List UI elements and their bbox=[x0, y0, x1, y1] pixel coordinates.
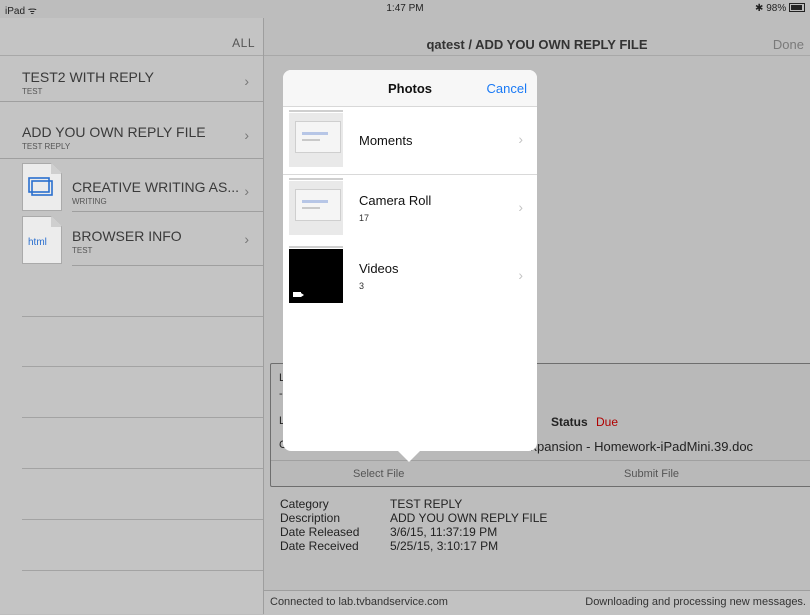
sidebar-item-row: CREATIVE WRITING AS... WRITING › bbox=[72, 158, 263, 212]
assignment-details: Category TEST REPLY Description ADD YOU OW… bbox=[280, 497, 547, 553]
sidebar-item-row: BROWSER INFO TEST › bbox=[72, 212, 263, 266]
chevron-right-icon: › bbox=[518, 131, 523, 147]
sidebar-item-title: BROWSER INFO bbox=[72, 228, 182, 244]
detail-key: Date Received bbox=[280, 539, 359, 553]
sidebar-item-title: TEST2 WITH REPLY bbox=[22, 69, 154, 85]
album-count: 3 bbox=[359, 281, 365, 291]
empty-row-divider bbox=[22, 366, 263, 367]
sidebar: ALL TEST2 WITH REPLY TEST › ADD YOU OWN … bbox=[0, 18, 264, 614]
card-button-row: Select File Submit File bbox=[271, 460, 810, 487]
connection-footer: Connected to lab.tvbandservice.com Downl… bbox=[264, 590, 810, 615]
sidebar-item-subtitle: WRITING bbox=[72, 197, 107, 206]
bluetooth-icon: ✱ bbox=[755, 3, 764, 14]
connection-status: Connected to lab.tvbandservice.com bbox=[270, 596, 448, 608]
activity-status: Downloading and processing new messages. bbox=[585, 596, 806, 608]
status-bar: iPad ᯤ 1:47 PM ✱ 98% bbox=[0, 0, 810, 18]
clock: 1:47 PM bbox=[386, 3, 424, 14]
page-title: qatest / ADD YOU OWN REPLY FILE bbox=[426, 37, 648, 52]
detail-key: Category bbox=[280, 497, 329, 511]
album-name: Videos bbox=[359, 261, 399, 276]
album-name: Camera Roll bbox=[359, 193, 432, 208]
filter-all-button[interactable]: ALL bbox=[232, 36, 255, 50]
album-thumbnail bbox=[289, 110, 343, 167]
detail-row: Description ADD YOU OWN REPLY FILE bbox=[280, 511, 547, 525]
submit-file-button[interactable]: Submit File bbox=[624, 468, 679, 480]
photos-popover: Photos Cancel Moments › Camera Roll 17 ›… bbox=[283, 70, 537, 462]
chevron-right-icon: › bbox=[244, 231, 249, 247]
sidebar-item-title: ADD YOU OWN REPLY FILE bbox=[22, 124, 206, 140]
status-label: Status bbox=[551, 415, 588, 429]
detail-value: 5/25/15, 3:10:17 PM bbox=[390, 539, 499, 553]
battery-indicator: ✱ 98% bbox=[755, 3, 805, 14]
sidebar-header: ALL bbox=[0, 18, 263, 56]
attached-filename: d Expansion - Homework-iPadMini.39.doc bbox=[511, 439, 754, 454]
empty-row-divider bbox=[22, 316, 263, 317]
album-videos[interactable]: Videos 3 › bbox=[283, 243, 537, 311]
chevron-right-icon: › bbox=[244, 127, 249, 143]
sidebar-item-test2[interactable]: TEST2 WITH REPLY TEST › bbox=[0, 56, 263, 102]
sidebar-item-subtitle: TEST bbox=[72, 246, 93, 255]
video-camera-icon bbox=[293, 292, 304, 297]
chevron-right-icon: › bbox=[244, 183, 249, 199]
navigation-bar: qatest / ADD YOU OWN REPLY FILE Done bbox=[264, 18, 810, 56]
detail-key: Date Released bbox=[280, 525, 360, 539]
empty-row-divider bbox=[22, 417, 263, 418]
detail-value: ADD YOU OWN REPLY FILE bbox=[390, 511, 548, 525]
status-badge: Due bbox=[596, 415, 619, 429]
empty-row-divider bbox=[22, 570, 263, 571]
album-camera-roll[interactable]: Camera Roll 17 › bbox=[283, 175, 537, 243]
sidebar-item-title: CREATIVE WRITING AS... bbox=[72, 179, 239, 195]
file-icon-label: html bbox=[28, 237, 47, 248]
detail-row: Date Received 5/25/15, 3:10:17 PM bbox=[280, 539, 547, 553]
empty-row-divider bbox=[22, 519, 263, 520]
select-file-button[interactable]: Select File bbox=[353, 468, 404, 480]
popover-arrow bbox=[395, 448, 423, 462]
sidebar-item-subtitle: TEST bbox=[22, 87, 43, 96]
cancel-button[interactable]: Cancel bbox=[487, 81, 527, 96]
album-thumbnail bbox=[289, 246, 343, 303]
detail-row: Date Released 3/6/15, 11:37:19 PM bbox=[280, 525, 547, 539]
album-thumbnail bbox=[289, 178, 343, 235]
chevron-right-icon: › bbox=[518, 199, 523, 215]
detail-key: Description bbox=[280, 511, 341, 525]
album-count: 17 bbox=[359, 213, 370, 223]
html-file-icon: html bbox=[22, 216, 62, 264]
detail-row: Category TEST REPLY bbox=[280, 497, 547, 511]
sidebar-item-add-reply[interactable]: ADD YOU OWN REPLY FILE TEST REPLY › bbox=[0, 102, 263, 159]
detail-value: 3/6/15, 11:37:19 PM bbox=[390, 525, 498, 539]
detail-value: TEST REPLY bbox=[390, 497, 463, 511]
album-name: Moments bbox=[359, 133, 413, 148]
document-icon bbox=[22, 163, 62, 211]
sidebar-item-subtitle: TEST REPLY bbox=[22, 142, 71, 151]
chevron-right-icon: › bbox=[244, 73, 249, 89]
popover-header: Photos Cancel bbox=[283, 70, 537, 107]
battery-icon bbox=[789, 3, 805, 12]
empty-row-divider bbox=[22, 468, 263, 469]
chevron-right-icon: › bbox=[518, 267, 523, 283]
album-moments[interactable]: Moments › bbox=[283, 107, 537, 175]
window-icon bbox=[28, 177, 53, 196]
done-button[interactable]: Done bbox=[773, 37, 804, 52]
